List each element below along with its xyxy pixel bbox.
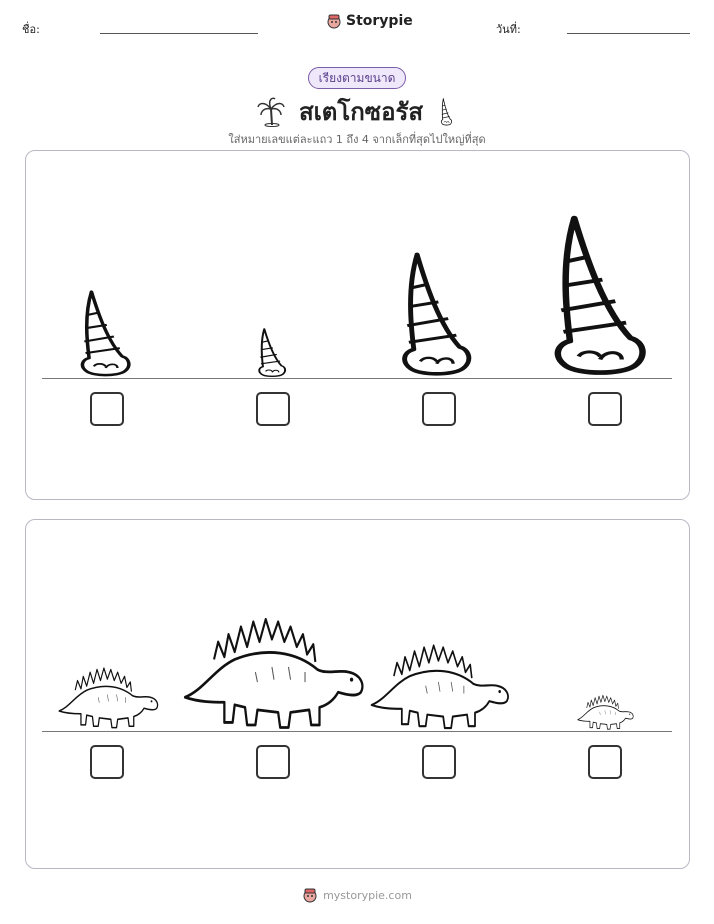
page-title: สเตโกซอรัส	[298, 98, 424, 126]
stegosaurus-small	[58, 667, 159, 729]
name-field-line[interactable]	[100, 33, 258, 34]
palm-tree-icon	[257, 97, 285, 127]
spike-icon	[440, 97, 453, 125]
title-row: สเตโกซอรัส	[0, 92, 714, 131]
footer: mystorypie.com	[0, 887, 714, 903]
storypie-logo-icon	[303, 888, 317, 903]
answer-box[interactable]	[90, 392, 124, 426]
answer-box[interactable]	[422, 392, 456, 426]
instruction: ใส่หมายเลขแต่ละแถว 1 ถึง 4 จากเล็กที่สุด…	[228, 133, 486, 146]
date-label: วันที่:	[496, 23, 521, 36]
footer-url[interactable]: mystorypie.com	[323, 889, 412, 902]
spike-small	[80, 289, 131, 377]
stegosaurus-medium	[370, 644, 510, 730]
answer-box[interactable]	[588, 745, 622, 779]
storypie-logo-icon	[327, 14, 341, 29]
stegosaurus-smallest	[577, 694, 634, 730]
ground-line-spikes	[42, 378, 672, 379]
answer-box[interactable]	[256, 392, 290, 426]
tag-wrap: เรียงตามขนาด	[0, 67, 714, 89]
ground-line-stegosaurus	[42, 731, 672, 732]
spike-smallest	[258, 327, 287, 378]
date-field-line[interactable]	[567, 33, 690, 34]
answer-box[interactable]	[256, 745, 290, 779]
answer-box[interactable]	[588, 392, 622, 426]
spike-largest	[557, 215, 652, 378]
answer-box[interactable]	[90, 745, 124, 779]
stegosaurus-largest	[183, 617, 364, 729]
brand-header: Storypie	[326, 13, 413, 29]
activity-tag: เรียงตามขนาด	[307, 67, 407, 89]
brand-name: Storypie	[346, 13, 413, 29]
answer-box[interactable]	[422, 745, 456, 779]
name-label: ชื่อ:	[22, 23, 40, 36]
spike-medium	[404, 252, 476, 378]
